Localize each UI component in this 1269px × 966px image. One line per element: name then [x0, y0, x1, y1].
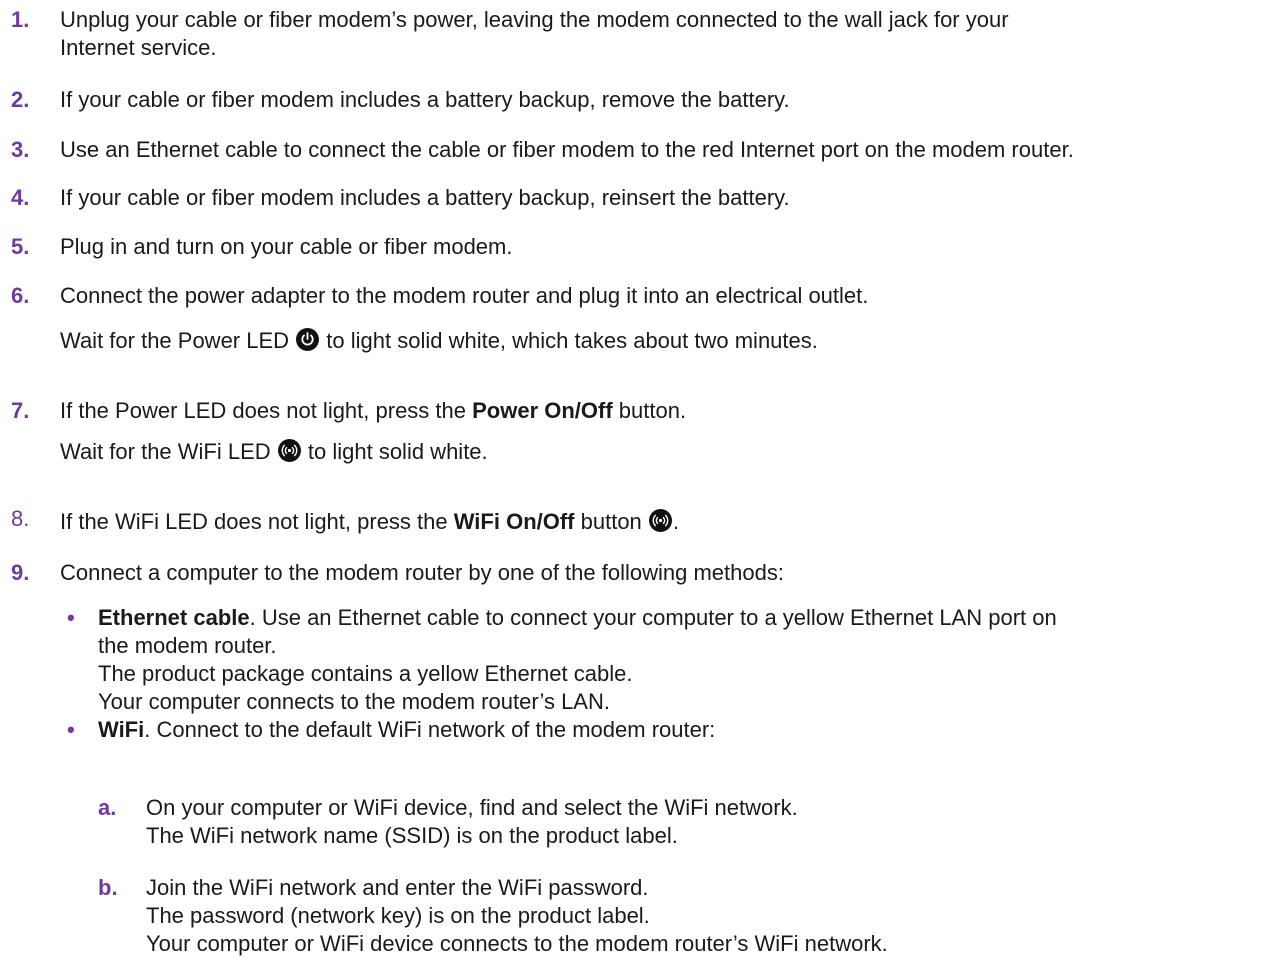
substep-letter: b. [98, 875, 118, 900]
substep-letter: a. [98, 795, 117, 820]
bullet-dot: • [67, 605, 75, 630]
step-text: If the WiFi LED does not light, press th… [60, 509, 680, 534]
wifi-button-icon [648, 509, 672, 532]
step-number: 6. [11, 283, 30, 308]
step-text: If your cable or fiber modem includes a … [60, 87, 790, 112]
step-number: 9. [11, 560, 30, 585]
wifi-led-icon [277, 439, 301, 462]
bullet-title: Ethernet cable [98, 605, 250, 630]
step-number: 4. [11, 185, 30, 210]
step-text: Connect a computer to the modem router b… [60, 560, 784, 585]
step-number: 1. [11, 7, 30, 32]
step-number: 5. [11, 234, 30, 259]
step-text: If your cable or fiber modem includes a … [60, 185, 790, 210]
power-button-label: Power On/Off [472, 398, 613, 423]
step-number: 3. [11, 137, 30, 162]
step-text: Unplug your cable or fiber modem’s power… [60, 7, 1009, 60]
bullet-title: WiFi [98, 717, 145, 742]
step-number: 8. [11, 506, 30, 531]
power-led-icon [296, 328, 320, 351]
step-number: 2. [11, 87, 30, 112]
step-text: Plug in and turn on your cable or fiber … [60, 234, 513, 259]
step-text: Use an Ethernet cable to connect the cab… [60, 137, 1074, 162]
step-text: Connect the power adapter to the modem r… [60, 283, 869, 308]
wifi-button-label: WiFi On/Off [453, 509, 575, 534]
step-number: 7. [11, 398, 30, 423]
bullet-dot: • [67, 717, 75, 742]
step-text: If the Power LED does not light, press t… [60, 398, 687, 423]
